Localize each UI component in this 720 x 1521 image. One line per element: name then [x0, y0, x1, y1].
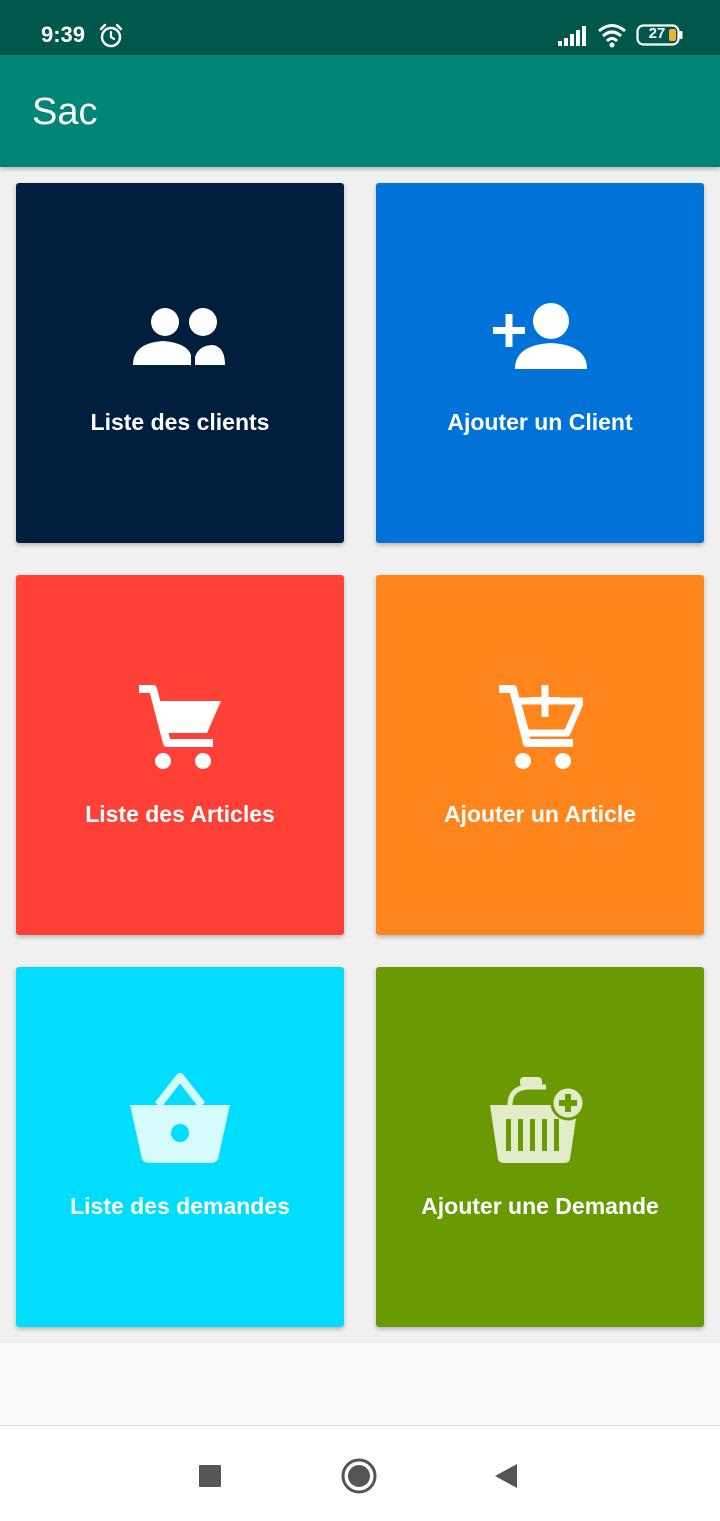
- system-nav-bar: [0, 1425, 720, 1521]
- tile-label: Liste des demandes: [70, 1193, 290, 1219]
- tile-label: Ajouter un Client: [447, 409, 633, 435]
- app-bar: Sac: [0, 55, 720, 167]
- alarm-icon: [99, 23, 123, 48]
- signal-icon: [558, 26, 586, 46]
- group-icon: [16, 305, 344, 369]
- recents-square-icon[interactable]: [190, 1456, 230, 1496]
- cart-icon: [16, 683, 344, 771]
- tile-label: Liste des Articles: [85, 801, 275, 827]
- tile-ajouter-client[interactable]: Ajouter un Client: [376, 183, 704, 543]
- tile-liste-demandes[interactable]: Liste des demandes: [16, 967, 344, 1327]
- home-circle-icon[interactable]: [339, 1456, 379, 1496]
- app-title: Sac: [32, 91, 98, 133]
- tile-label: Ajouter un Article: [443, 801, 637, 827]
- wifi-icon: [598, 24, 626, 48]
- basket-add-icon: [376, 1075, 704, 1165]
- tile-label: Liste des clients: [90, 409, 270, 435]
- content-footer: [0, 1343, 720, 1425]
- status-bar: 9:39 27: [0, 0, 720, 55]
- tile-liste-articles[interactable]: Liste des Articles: [16, 575, 344, 935]
- tile-label: Ajouter une Demande: [421, 1193, 659, 1219]
- basket-icon: [16, 1073, 344, 1163]
- cart-add-icon: [376, 683, 704, 771]
- tile-ajouter-article[interactable]: Ajouter un Article: [376, 575, 704, 935]
- tile-ajouter-demande[interactable]: Ajouter une Demande: [376, 967, 704, 1327]
- person-add-icon: [376, 301, 704, 371]
- status-time: 9:39: [41, 22, 86, 47]
- back-triangle-icon[interactable]: [486, 1456, 526, 1496]
- battery-level: 27: [648, 25, 666, 42]
- tile-liste-clients[interactable]: Liste des clients: [16, 183, 344, 543]
